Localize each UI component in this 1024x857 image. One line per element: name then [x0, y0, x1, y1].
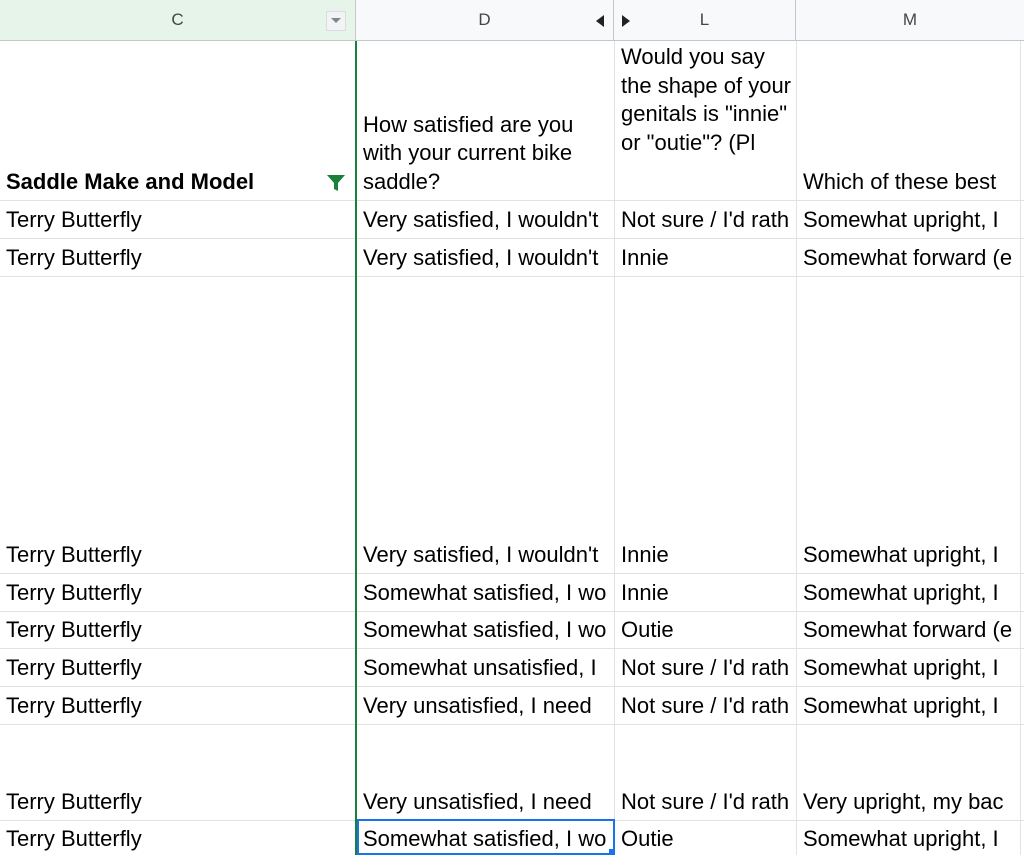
cell-shape[interactable]: Innie — [615, 244, 796, 276]
filter-icon[interactable] — [326, 174, 346, 192]
cell-shape[interactable]: Not sure / I'd rath — [615, 654, 796, 686]
header-cell-c[interactable]: Saddle Make and Model — [0, 168, 356, 201]
cell-saddle[interactable]: Terry Butterfly — [0, 616, 356, 648]
dropdown-arrow-icon — [331, 18, 341, 23]
table-row: Terry Butterfly Somewhat satisfied, I wo… — [0, 574, 1024, 612]
cell-satisfaction[interactable]: Somewhat unsatisfied, I — [357, 654, 614, 686]
cell-satisfaction[interactable]: Very unsatisfied, I need — [357, 788, 614, 820]
cell-posture[interactable]: Somewhat upright, I — [797, 825, 1024, 857]
header-cell-m[interactable]: Which of these best — [797, 168, 1024, 201]
cell-saddle[interactable]: Terry Butterfly — [0, 692, 356, 724]
header-cell-l[interactable]: Would you say the shape of your genitals… — [615, 43, 796, 200]
cell-satisfaction[interactable]: Somewhat satisfied, I wo — [357, 579, 614, 611]
table-row: Terry Butterfly Somewhat unsatisfied, I … — [0, 649, 1024, 687]
column-header-c[interactable]: C — [0, 0, 356, 41]
table-row: Terry Butterfly Very satisfied, I wouldn… — [0, 277, 1024, 574]
table-row: Terry Butterfly Very unsatisfied, I need… — [0, 725, 1024, 821]
collapse-hidden-columns-left-icon[interactable] — [596, 15, 604, 27]
frozen-column-divider[interactable] — [355, 41, 357, 855]
cell-shape[interactable]: Outie — [615, 616, 796, 648]
cell-posture[interactable]: Somewhat forward (e — [797, 244, 1024, 276]
column-letter: D — [478, 10, 491, 29]
cell-shape[interactable]: Innie — [615, 541, 796, 573]
column-header-l[interactable]: L — [614, 0, 796, 41]
column-dropdown-button[interactable] — [326, 11, 346, 31]
cell-posture[interactable]: Somewhat forward (e — [797, 616, 1024, 648]
cell-shape[interactable]: Not sure / I'd rath — [615, 788, 796, 820]
header-row: Saddle Make and Model How satisfied are … — [0, 41, 1024, 201]
cell-satisfaction[interactable]: Very satisfied, I wouldn't — [357, 206, 614, 238]
cell-posture[interactable]: Somewhat upright, I — [797, 692, 1024, 724]
cell-saddle[interactable]: Terry Butterfly — [0, 206, 356, 238]
cell-saddle[interactable]: Terry Butterfly — [0, 541, 356, 573]
cell-posture[interactable]: Very upright, my bac — [797, 788, 1024, 820]
cell-posture[interactable]: Somewhat upright, I — [797, 579, 1024, 611]
header-cell-d[interactable]: How satisfied are you with your current … — [357, 111, 614, 201]
cell-satisfaction[interactable]: Very satisfied, I wouldn't — [357, 244, 614, 276]
cell-saddle[interactable]: Terry Butterfly — [0, 579, 356, 611]
cell-satisfaction[interactable]: Very unsatisfied, I need — [357, 692, 614, 724]
cell-saddle[interactable]: Terry Butterfly — [0, 788, 356, 820]
cell-posture[interactable]: Somewhat upright, I — [797, 206, 1024, 238]
table-row: Terry Butterfly Very satisfied, I wouldn… — [0, 239, 1024, 277]
expand-hidden-columns-right-icon[interactable] — [622, 15, 630, 27]
selected-cell-outline — [357, 819, 615, 855]
cell-shape[interactable]: Outie — [615, 825, 796, 857]
table-row: Terry Butterfly Somewhat satisfied, I wo… — [0, 612, 1024, 649]
cell-satisfaction[interactable]: Very satisfied, I wouldn't — [357, 541, 614, 573]
cell-posture[interactable]: Somewhat upright, I — [797, 541, 1024, 573]
cell-saddle[interactable]: Terry Butterfly — [0, 825, 356, 857]
column-header-m[interactable]: M — [796, 0, 1024, 41]
spreadsheet-grid: Saddle Make and Model How satisfied are … — [0, 41, 1024, 855]
cell-satisfaction[interactable]: Somewhat satisfied, I wo — [357, 616, 614, 648]
cell-shape[interactable]: Not sure / I'd rath — [615, 692, 796, 724]
column-letter: M — [902, 10, 918, 29]
cell-shape[interactable]: Innie — [615, 579, 796, 611]
cell-saddle[interactable]: Terry Butterfly — [0, 244, 356, 276]
fill-handle[interactable] — [609, 849, 615, 855]
column-letter: C — [171, 10, 184, 29]
table-row: Terry Butterfly Very satisfied, I wouldn… — [0, 201, 1024, 239]
cell-saddle[interactable]: Terry Butterfly — [0, 654, 356, 686]
cell-posture[interactable]: Somewhat upright, I — [797, 654, 1024, 686]
column-header-d[interactable]: D — [356, 0, 614, 41]
cell-shape[interactable]: Not sure / I'd rath — [615, 206, 796, 238]
column-letter: L — [699, 10, 710, 29]
table-row: Terry Butterfly Very unsatisfied, I need… — [0, 687, 1024, 725]
